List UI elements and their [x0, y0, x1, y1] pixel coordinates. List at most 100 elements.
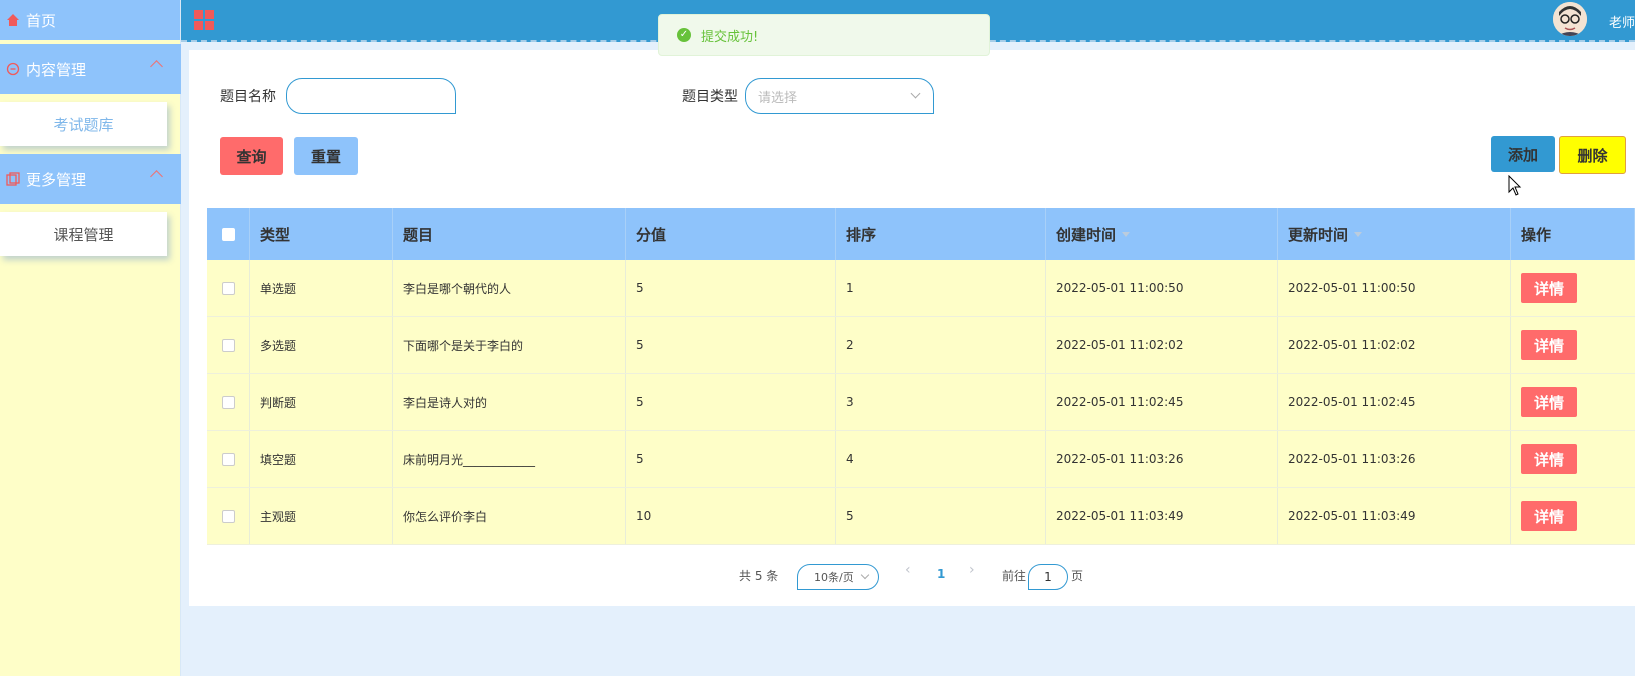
col-score-cell: 5 — [626, 431, 836, 487]
chevron-up-icon — [150, 170, 163, 183]
row-actions-cell: 详情 — [1511, 488, 1635, 544]
toast-message: 提交成功! — [701, 29, 759, 45]
menu-group-content-label: 内容管理 — [26, 60, 87, 79]
col-score: 分值 — [626, 208, 836, 260]
table-row: 单选题 李白是哪个朝代的人 5 1 2022-05-01 11:00:50 2022-05… — [207, 260, 1635, 317]
main-panel: 题目名称 题目类型 请选择 查询 重置 添加 删除 类型 题目 分值 排序 创建… — [189, 50, 1635, 606]
row-checkbox[interactable] — [221, 509, 235, 523]
table-row: 判断题 李白是诗人对的 5 3 2022-05-01 11:02:45 2022-05-0… — [207, 374, 1635, 431]
title-type-select[interactable]: 请选择 — [745, 78, 934, 114]
menu-home-label: 首页 — [26, 11, 57, 30]
menu-group-more[interactable]: 更多管理 — [0, 154, 181, 204]
col-title-cell: 李白是哪个朝代的人 — [393, 260, 626, 316]
row-select-cell — [207, 431, 250, 487]
title-name-label: 题目名称 — [220, 89, 276, 105]
col-order: 排序 — [836, 208, 1046, 260]
col-type-cell: 判断题 — [250, 374, 393, 430]
col-type-cell: 多选题 — [250, 317, 393, 373]
goto-prefix: 前往 — [1002, 569, 1027, 583]
row-select-cell — [207, 317, 250, 373]
col-score-cell: 5 — [626, 317, 836, 373]
col-order-cell: 5 — [836, 488, 1046, 544]
col-title: 题目 — [393, 208, 626, 260]
col-order-cell: 1 — [836, 260, 1046, 316]
col-updated-cell: 2022-05-01 11:02:45 — [1278, 374, 1511, 430]
prev-page-icon[interactable]: ‹ — [905, 562, 911, 578]
table-row: 填空题 床前明月光____________ 5 4 2022-05-01 11:03:2… — [207, 431, 1635, 488]
add-button[interactable]: 添加 — [1491, 136, 1555, 172]
title-type-label: 题目类型 — [682, 89, 738, 105]
col-created-cell: 2022-05-01 11:03:26 — [1046, 431, 1278, 487]
row-actions-cell: 详情 — [1511, 431, 1635, 487]
sidebar-item-course[interactable]: 课程管理 — [0, 212, 167, 256]
delete-button[interactable]: 删除 — [1559, 136, 1626, 174]
grid-menu-icon[interactable] — [194, 10, 214, 30]
col-created-cell: 2022-05-01 11:03:49 — [1046, 488, 1278, 544]
menu-home[interactable]: 首页 — [0, 0, 180, 40]
detail-button[interactable]: 详情 — [1521, 330, 1577, 360]
col-title-cell: 李白是诗人对的 — [393, 374, 626, 430]
col-title-cell: 床前明月光____________ — [393, 431, 626, 487]
col-order-cell: 2 — [836, 317, 1046, 373]
row-checkbox[interactable] — [221, 452, 235, 466]
table-row: 多选题 下面哪个是关于李白的 5 2 2022-05-01 11:02:02 2022-0… — [207, 317, 1635, 374]
username[interactable]: 老师 — [1609, 12, 1635, 31]
sidebar-item-label: 课程管理 — [53, 225, 114, 244]
select-all-checkbox[interactable] — [221, 227, 235, 241]
col-type: 类型 — [250, 208, 393, 260]
row-actions-cell: 详情 — [1511, 260, 1635, 316]
table-row: 主观题 你怎么评价李白 10 5 2022-05-01 11:03:49 2022-05-… — [207, 488, 1635, 545]
col-title-cell: 你怎么评价李白 — [393, 488, 626, 544]
col-type-cell: 主观题 — [250, 488, 393, 544]
col-order-cell: 3 — [836, 374, 1046, 430]
col-score-cell: 5 — [626, 260, 836, 316]
sort-icon[interactable] — [1122, 231, 1131, 237]
detail-button[interactable]: 详情 — [1521, 501, 1577, 531]
col-created-cell: 2022-05-01 11:02:02 — [1046, 317, 1278, 373]
col-updated-cell: 2022-05-01 11:03:49 — [1278, 488, 1511, 544]
detail-button[interactable]: 详情 — [1521, 387, 1577, 417]
total-count: 共 5 条 — [739, 569, 779, 583]
col-created[interactable]: 创建时间 — [1046, 208, 1278, 260]
select-all-cell — [207, 208, 250, 260]
chevron-up-icon — [150, 60, 163, 73]
col-order-cell: 4 — [836, 431, 1046, 487]
detail-button[interactable]: 详情 — [1521, 273, 1577, 303]
row-select-cell — [207, 488, 250, 544]
reset-button[interactable]: 重置 — [294, 137, 358, 175]
col-score-cell: 10 — [626, 488, 836, 544]
pagination: 共 5 条 10条/页 ‹ 1 › 前往 1 页 — [189, 560, 1635, 590]
detail-button[interactable]: 详情 — [1521, 444, 1577, 474]
col-score-cell: 5 — [626, 374, 836, 430]
next-page-icon[interactable]: › — [969, 562, 975, 578]
goto-page-input[interactable]: 1 — [1028, 564, 1068, 590]
table-body: 单选题 李白是哪个朝代的人 5 1 2022-05-01 11:00:50 2022-05… — [207, 260, 1635, 545]
page-size-select[interactable]: 10条/页 — [797, 564, 879, 590]
title-name-input[interactable] — [286, 78, 456, 114]
sidebar-item-label: 考试题库 — [53, 115, 114, 134]
sort-icon[interactable] — [1354, 231, 1363, 237]
menu-group-content[interactable]: 内容管理 — [0, 44, 181, 94]
col-updated-cell: 2022-05-01 11:02:02 — [1278, 317, 1511, 373]
row-select-cell — [207, 260, 250, 316]
col-updated[interactable]: 更新时间 — [1278, 208, 1511, 260]
question-table: 类型 题目 分值 排序 创建时间 更新时间 操作 单选题 李白是哪个朝代的人 5 1 2… — [207, 208, 1635, 545]
check-icon: ✓ — [677, 28, 691, 42]
col-updated-cell: 2022-05-01 11:00:50 — [1278, 260, 1511, 316]
col-type-cell: 单选题 — [250, 260, 393, 316]
chevron-down-icon — [910, 88, 921, 99]
avatar[interactable] — [1553, 2, 1587, 36]
col-type-cell: 填空题 — [250, 431, 393, 487]
query-button[interactable]: 查询 — [220, 137, 283, 175]
col-updated-cell: 2022-05-01 11:03:26 — [1278, 431, 1511, 487]
sidebar-item-exam-bank[interactable]: 考试题库 — [0, 102, 167, 146]
success-toast: ✓ 提交成功! — [658, 14, 990, 56]
row-checkbox[interactable] — [221, 281, 235, 295]
goto-suffix: 页 — [1071, 569, 1084, 583]
sidebar: 首页 内容管理 考试题库 更多管理 课程管理 — [0, 0, 181, 676]
row-actions-cell: 详情 — [1511, 374, 1635, 430]
row-checkbox[interactable] — [221, 338, 235, 352]
page-number[interactable]: 1 — [937, 567, 945, 581]
col-created-cell: 2022-05-01 11:00:50 — [1046, 260, 1278, 316]
row-checkbox[interactable] — [221, 395, 235, 409]
